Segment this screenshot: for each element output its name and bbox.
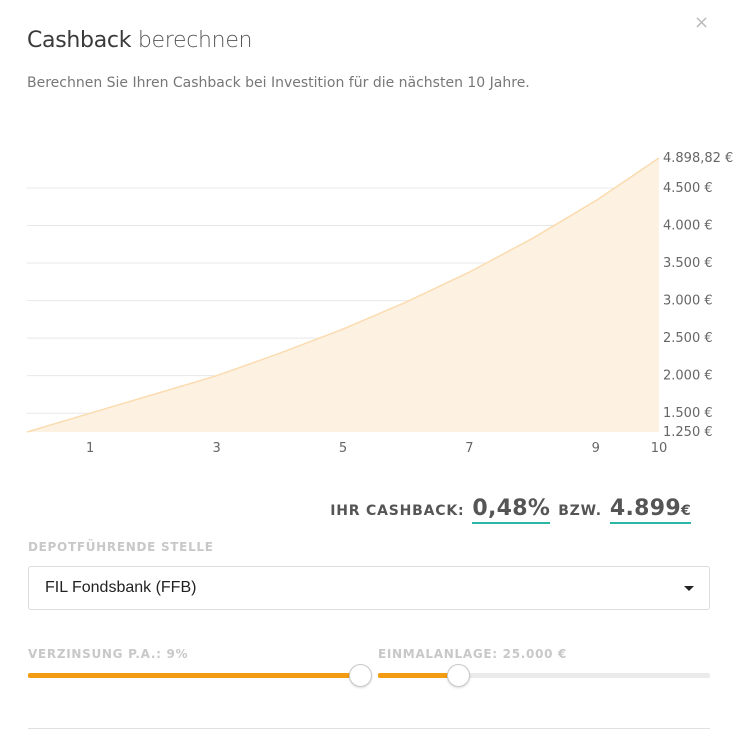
modal-title-light: berechnen xyxy=(137,28,253,53)
cashback-chart: 1.250 € 1.500 € 2.000 € 2.500 € 3.000 € 3.500… xyxy=(26,151,733,456)
cashback-amount: 4.899 xyxy=(609,496,681,521)
investment-label: EINMALANLAGE: 25.000 € xyxy=(378,647,568,661)
cashback-label: IHR CASHBACK: xyxy=(330,503,465,519)
chart-y-tick-label: 2.500 € xyxy=(663,331,713,346)
chart-y-tick-label: 1.250 € xyxy=(663,425,713,440)
depot-select-value: FIL Fondsbank (FFB) xyxy=(45,579,197,596)
chart-x-tick-label: 5 xyxy=(339,441,347,456)
cashback-currency: € xyxy=(680,503,691,519)
chart-y-tick-label: 3.000 € xyxy=(663,294,713,309)
cashback-percent: 0,48% xyxy=(472,496,551,524)
caret-down-icon xyxy=(684,586,694,591)
interest-label: VERZINSUNG P.A.: 9% xyxy=(28,647,189,661)
depot-label: DEPOTFÜHRENDE STELLE xyxy=(28,540,214,554)
chart-x-tick-label: 1 xyxy=(86,441,94,456)
chart-x-tick-label: 9 xyxy=(592,441,600,456)
interest-slider[interactable] xyxy=(28,662,372,688)
interest-slider-fill xyxy=(28,673,360,678)
interest-slider-handle[interactable] xyxy=(349,664,372,687)
footer-divider xyxy=(28,728,710,729)
chart-y-tick-label: 4.500 € xyxy=(663,181,713,196)
modal-subtitle: Berechnen Sie Ihren Cashback bei Investi… xyxy=(27,75,530,91)
depot-select[interactable]: FIL Fondsbank (FFB) xyxy=(28,566,710,610)
chart-y-tick-label: 2.000 € xyxy=(663,369,713,384)
chart-x-tick-label: 7 xyxy=(465,441,473,456)
chart-y-tick-label: 3.500 € xyxy=(663,256,713,271)
chart-area xyxy=(27,158,659,432)
modal-title-main: Cashback xyxy=(27,28,132,53)
cashback-amount-box: 4.899€ xyxy=(609,496,691,524)
investment-slider-handle[interactable] xyxy=(447,664,470,687)
chart-y-tick-label: 1.500 € xyxy=(663,406,713,421)
chart-x-tick-label: 10 xyxy=(651,441,668,456)
chart-y-tick-label: 4.000 € xyxy=(663,218,713,233)
cashback-or-label: BZW. xyxy=(558,503,602,519)
close-icon[interactable]: × xyxy=(694,14,709,32)
investment-slider[interactable] xyxy=(378,662,710,688)
cashback-result: IHR CASHBACK: 0,48% BZW. 4.899€ xyxy=(330,496,691,524)
investment-slider-fill xyxy=(378,673,458,678)
chart-x-tick-label: 3 xyxy=(212,441,220,456)
chart-y-tick-label: 4.898,82 € xyxy=(663,151,733,166)
modal-title: Cashback berechnen xyxy=(27,28,253,53)
